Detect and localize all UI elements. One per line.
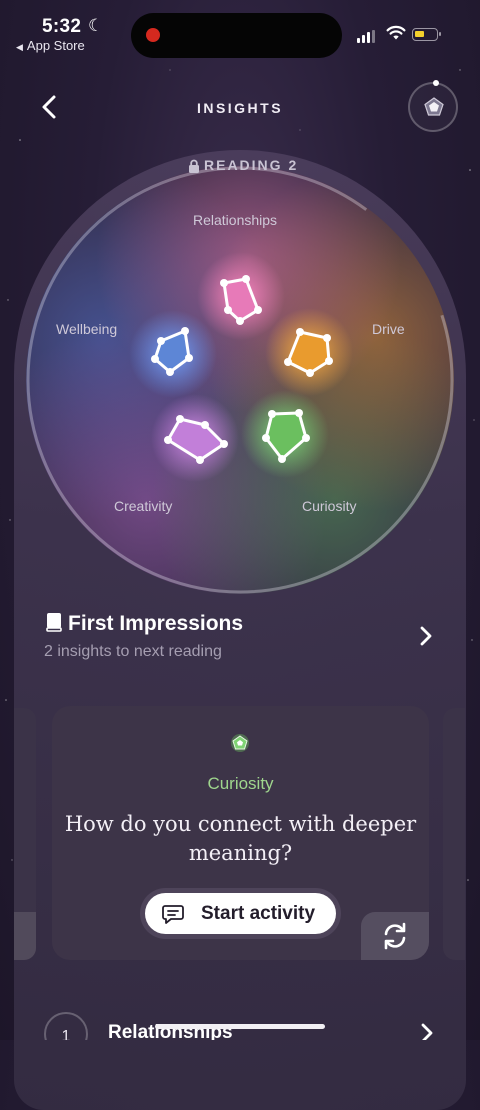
drive-constellation[interactable] [264, 306, 354, 396]
back-app-label: App Store [26, 38, 85, 53]
category-label-relationships: Relationships [193, 212, 278, 228]
pentagon-gem-icon [424, 97, 444, 116]
curiosity-gem-icon [231, 734, 249, 752]
first-impressions-subtitle: 2 insights to next reading [44, 643, 222, 660]
cellular-signal-icon [357, 30, 377, 43]
start-activity-label: Start activity [201, 903, 316, 924]
creativity-constellation[interactable] [150, 392, 240, 482]
home-indicator[interactable] [155, 1024, 325, 1029]
do-not-disturb-icon: ☾ [88, 16, 104, 35]
chevron-right-icon[interactable] [416, 624, 436, 648]
recording-indicator-icon [146, 28, 160, 42]
next-activity-card[interactable] [443, 708, 465, 960]
book-icon [46, 613, 62, 632]
notification-dot [433, 80, 439, 86]
activity-question: How do you connect with deeper meaning? [64, 812, 417, 865]
category-label-creativity: Creativity [114, 498, 173, 514]
reading-label-text: READING 2 [204, 157, 299, 173]
activity-category: Curiosity [207, 774, 274, 793]
category-label-drive: Drive [372, 321, 405, 337]
status-time: 5:32 [42, 16, 82, 37]
wellbeing-constellation[interactable] [128, 308, 218, 398]
refresh-button[interactable] [361, 912, 429, 960]
dynamic-island [131, 13, 342, 58]
first-impressions-title-text: First Impressions [68, 612, 244, 635]
first-impressions-title: First Impressions [46, 612, 243, 636]
back-to-app-link[interactable]: ◀ App Store [16, 38, 85, 53]
lock-icon [189, 159, 199, 174]
status-bar: 5:32 ☾ ◀ App Store [0, 0, 480, 62]
battery-icon [412, 28, 441, 41]
list-item-relationships[interactable]: 1 Relationships [30, 1006, 450, 1040]
list-item-number-badge: 1 [44, 1012, 88, 1040]
reading-label: READING 2 [182, 157, 304, 174]
curiosity-constellation[interactable] [240, 388, 330, 478]
previous-card-footer [14, 912, 36, 960]
start-activity-button[interactable]: Start activity [145, 893, 336, 934]
back-triangle-icon: ◀ [16, 42, 23, 52]
category-label-wellbeing: Wellbeing [56, 321, 118, 337]
refresh-icon [384, 922, 406, 950]
profile-badge-button[interactable] [408, 80, 458, 132]
chat-bubble-icon [162, 905, 184, 924]
wifi-icon [386, 25, 406, 40]
list-item-number: 1 [61, 1028, 71, 1040]
previous-activity-card[interactable] [14, 708, 36, 960]
category-label-curiosity: Curiosity [302, 498, 357, 514]
chevron-right-icon [421, 1023, 433, 1040]
